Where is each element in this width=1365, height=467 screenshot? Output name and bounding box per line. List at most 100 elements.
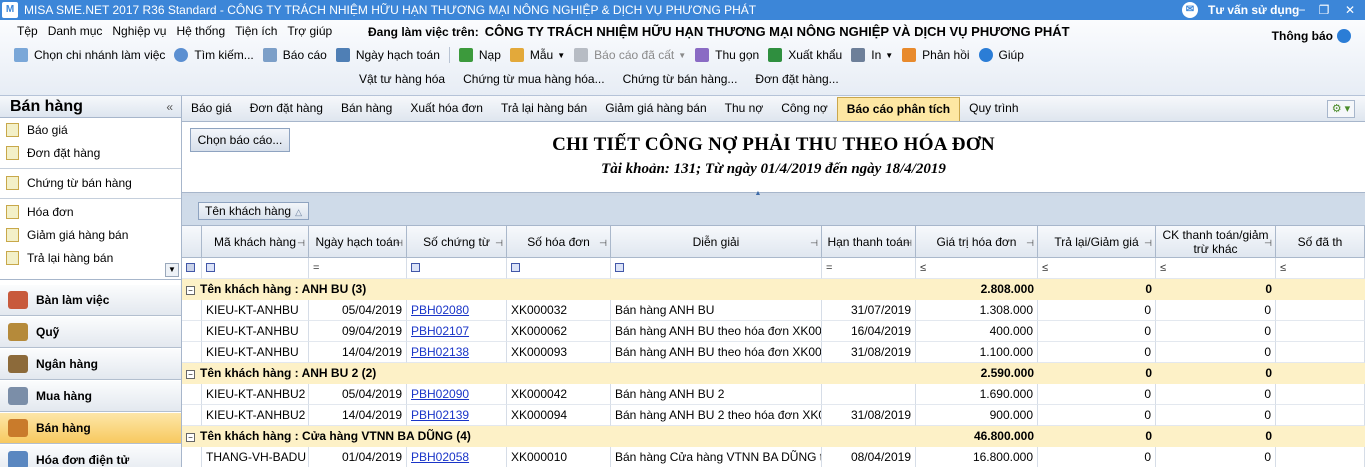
filter-cell[interactable] <box>407 258 507 279</box>
branch-button[interactable]: Chọn chi nhánh làm việc <box>14 48 165 62</box>
filter-cell[interactable] <box>202 258 309 279</box>
cell-voucher-link[interactable]: PBH02107 <box>407 321 507 342</box>
tab-receivables[interactable]: Công nợ <box>772 97 837 121</box>
nav-item-invoice[interactable]: Hóa đơn <box>6 205 74 219</box>
collapse-nav-icon[interactable]: « <box>166 100 173 114</box>
table-row[interactable]: KIEU-KT-ANHBU 05/04/2019 PBH02080 XK0000… <box>182 300 1365 321</box>
search-button[interactable]: Tìm kiếm... <box>174 48 254 62</box>
pin-icon[interactable]: ⊣ <box>599 236 607 250</box>
nav-item-sales-order[interactable]: Đơn đặt hàng <box>6 146 100 160</box>
cell-voucher-link[interactable]: PBH02058 <box>407 447 507 467</box>
restore-button[interactable]: ❐ <box>1313 0 1335 20</box>
tab-process[interactable]: Quy trình <box>960 97 1027 121</box>
print-button[interactable]: In ▼ <box>851 48 893 62</box>
nav-item-sales-voucher[interactable]: Chứng từ bán hàng <box>6 176 132 190</box>
module-sales[interactable]: Bán hàng <box>0 413 181 444</box>
module-purchasing[interactable]: Mua hàng <box>0 381 181 412</box>
report-button[interactable]: Báo cáo <box>262 48 327 62</box>
help-consult-button[interactable]: ✉ Tư vấn sử dụng <box>1182 0 1300 20</box>
column-header[interactable]: Hạn thanh toán ⊣ <box>822 226 916 258</box>
column-header[interactable]: Số đã th <box>1276 226 1365 258</box>
filter-cell[interactable]: = <box>822 258 916 279</box>
filter-cell[interactable]: ≤ <box>1276 258 1365 279</box>
column-header[interactable]: CK thanh toán/giảm trừ khác ⊣ <box>1156 226 1276 258</box>
filter-cell[interactable]: = <box>309 258 407 279</box>
shortcut-sales-orders[interactable]: Đơn đặt hàng... <box>755 72 838 86</box>
pin-icon[interactable]: ⊣ <box>395 236 403 250</box>
column-header[interactable]: Giá trị hóa đơn ⊣ <box>916 226 1038 258</box>
saved-report-button[interactable]: Báo cáo đã cất ▼ <box>574 48 686 62</box>
shortcut-purchase-docs[interactable]: Chứng từ mua hàng hóa... <box>463 72 605 86</box>
shortcut-sales-docs[interactable]: Chứng từ bán hàng... <box>623 72 738 86</box>
column-header[interactable]: Diễn giải ⊣ <box>611 226 822 258</box>
filter-mode-icon[interactable] <box>206 262 215 272</box>
module-bank[interactable]: Ngân hàng <box>0 349 181 380</box>
tab-analysis-report[interactable]: Báo cáo phân tích <box>836 97 961 121</box>
collapse-group-icon[interactable]: − <box>186 370 195 379</box>
nav-item-quote[interactable]: Báo giá <box>6 123 68 137</box>
module-e-invoice[interactable]: Hóa đơn điện tử <box>0 445 181 467</box>
menu-file[interactable]: Tệp <box>17 24 38 38</box>
cell-voucher-link[interactable]: PBH02090 <box>407 384 507 405</box>
template-button[interactable]: Mẫu ▼ <box>509 48 565 62</box>
table-row[interactable]: KIEU-KT-ANHBU2 14/04/2019 PBH02139 XK000… <box>182 405 1365 426</box>
pin-icon[interactable]: ⊣ <box>1264 236 1272 250</box>
nav-scroll-down-icon[interactable]: ▼ <box>165 263 179 277</box>
feedback-button[interactable]: Phản hồi <box>902 48 970 62</box>
pin-icon[interactable]: ⊣ <box>1144 236 1152 250</box>
column-header[interactable]: Số hóa đơn ⊣ <box>507 226 611 258</box>
help-button[interactable]: Giúp <box>978 48 1024 62</box>
menu-operations[interactable]: Nghiệp vụ <box>112 24 166 38</box>
table-row[interactable]: KIEU-KT-ANHBU2 05/04/2019 PBH02090 XK000… <box>182 384 1365 405</box>
pin-icon[interactable]: ⊣ <box>810 236 818 250</box>
menu-system[interactable]: Hệ thống <box>176 24 225 38</box>
cell-voucher-link[interactable]: PBH02080 <box>407 300 507 321</box>
minimize-button[interactable]: − <box>1291 0 1313 20</box>
pin-icon[interactable]: ⊣ <box>297 236 305 250</box>
collapse-group-icon[interactable]: − <box>186 286 195 295</box>
pin-icon[interactable]: ⊣ <box>1026 236 1034 250</box>
nav-item-sales-discount[interactable]: Giảm giá hàng bán <box>6 228 128 242</box>
collapse-group-icon[interactable]: − <box>186 433 195 442</box>
nav-item-sales-return[interactable]: Trả lại hàng bán <box>6 251 113 265</box>
module-cash[interactable]: Quỹ <box>0 317 181 348</box>
cell-voucher-link[interactable]: PBH02138 <box>407 342 507 363</box>
group-row[interactable]: − Tên khách hàng : ANH BU (3) 2.808.000 0… <box>182 279 1365 300</box>
gear-icon[interactable]: ⚙ ▾ <box>1327 100 1355 118</box>
table-row[interactable]: KIEU-KT-ANHBU 09/04/2019 PBH02107 XK0000… <box>182 321 1365 342</box>
module-desktop[interactable]: Bàn làm việc <box>0 285 181 316</box>
menu-help[interactable]: Trợ giúp <box>287 24 332 38</box>
posting-date-button[interactable]: Ngày hạch toán <box>335 48 440 62</box>
filter-mode-icon[interactable] <box>411 262 420 272</box>
group-by-chip[interactable]: Tên khách hàng △ <box>198 202 309 220</box>
shortcut-inventory[interactable]: Vật tư hàng hóa <box>359 72 445 86</box>
tab-sales[interactable]: Bán hàng <box>332 97 401 121</box>
filter-cell[interactable]: ≤ <box>1156 258 1276 279</box>
collapse-button[interactable]: Thu gọn <box>695 48 759 62</box>
filter-mode-icon[interactable] <box>615 262 624 272</box>
table-row[interactable]: THANG-VH-BADU 01/04/2019 PBH02058 XK0000… <box>182 447 1365 467</box>
tab-sales-return[interactable]: Trả lại hàng bán <box>492 97 596 121</box>
tab-issue-invoice[interactable]: Xuất hóa đơn <box>401 97 492 121</box>
column-header[interactable]: Số chứng từ ⊣ <box>407 226 507 258</box>
column-header[interactable]: Mã khách hàng ⊣ <box>202 226 309 258</box>
tab-sales-discount[interactable]: Giảm giá hàng bán <box>596 97 715 121</box>
pin-icon[interactable]: ⊣ <box>495 236 503 250</box>
load-button[interactable]: Nạp <box>458 48 501 62</box>
notification-button[interactable]: Thông báo <box>1272 29 1351 43</box>
tab-sales-order[interactable]: Đơn đặt hàng <box>241 97 332 121</box>
export-button[interactable]: Xuất khẩu <box>768 48 842 62</box>
group-row[interactable]: − Tên khách hàng : Cửa hàng VTNN BA DŨNG … <box>182 426 1365 447</box>
menu-utilities[interactable]: Tiện ích <box>235 24 277 38</box>
tab-quote[interactable]: Báo giá <box>182 97 241 121</box>
pin-icon[interactable]: ⊣ <box>904 236 912 250</box>
tab-collect-debt[interactable]: Thu nợ <box>716 97 773 121</box>
group-row[interactable]: − Tên khách hàng : ANH BU 2 (2) 2.590.000… <box>182 363 1365 384</box>
filter-clear-icon[interactable] <box>182 258 202 279</box>
filter-cell[interactable] <box>507 258 611 279</box>
menu-catalog[interactable]: Danh mục <box>48 24 103 38</box>
filter-cell[interactable]: ≤ <box>916 258 1038 279</box>
filter-mode-icon[interactable] <box>511 262 520 272</box>
column-header[interactable]: Ngày hạch toán ⊣ <box>309 226 407 258</box>
column-header[interactable]: Trả lại/Giảm giá ⊣ <box>1038 226 1156 258</box>
